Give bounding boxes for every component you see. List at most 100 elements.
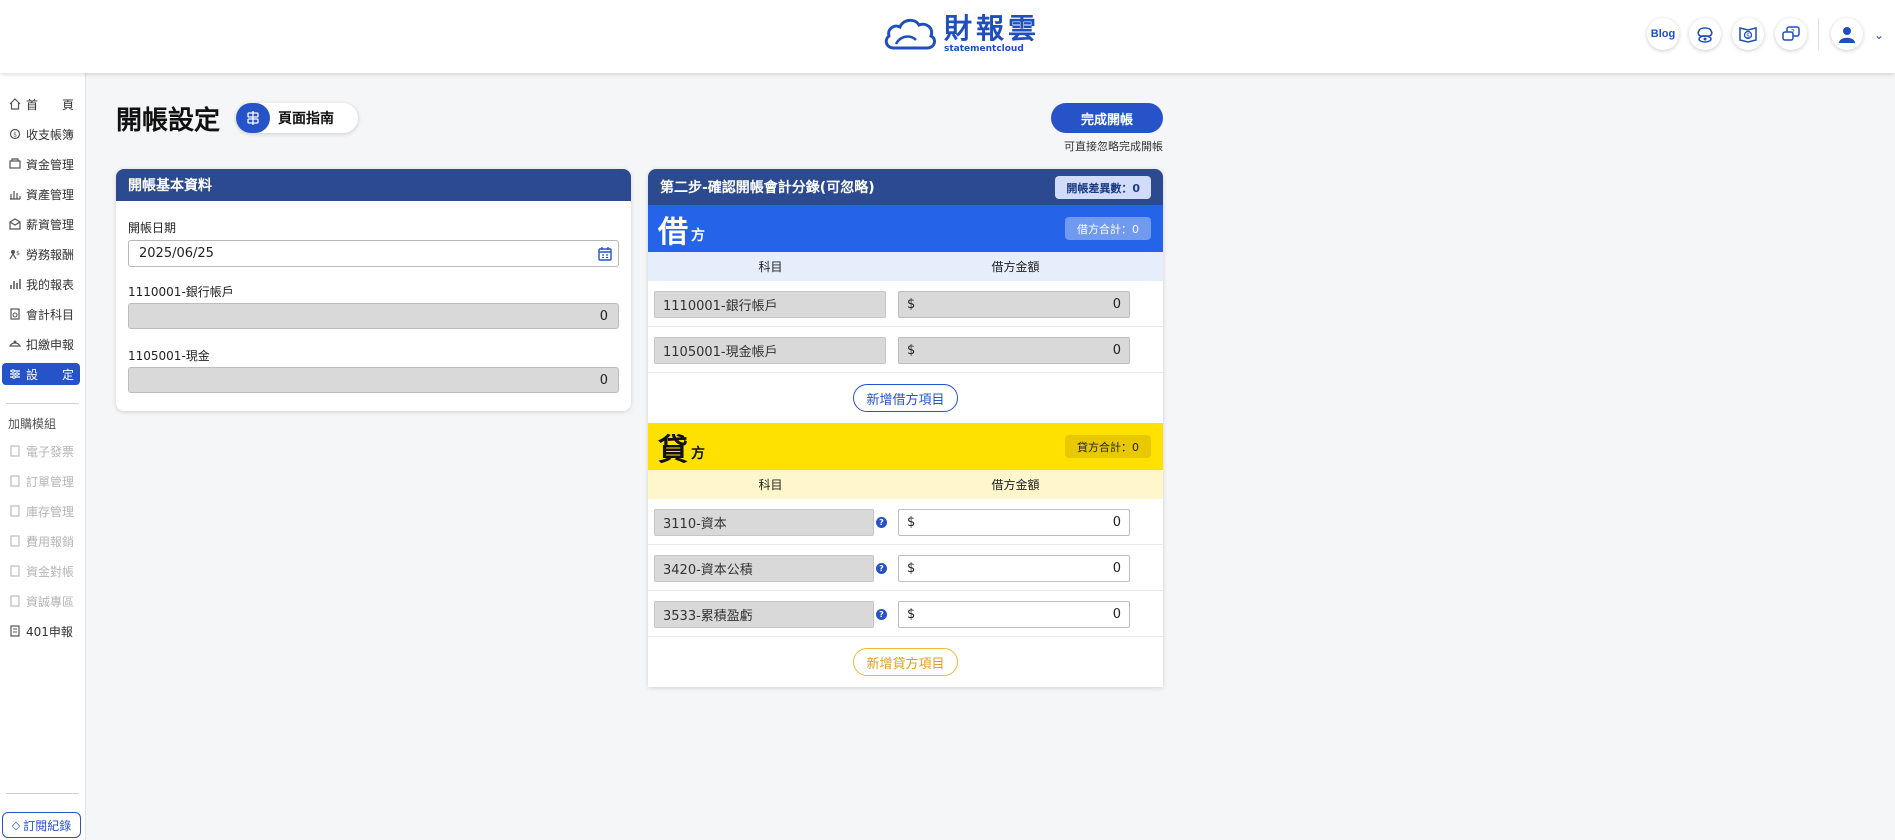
column-amount: 借方金額 [991, 260, 1040, 274]
help-icon[interactable]: ? [876, 517, 887, 528]
sidebar-item-settings[interactable]: 設定 [2, 363, 80, 385]
difference-badge: 開帳差異數：0 [1055, 176, 1151, 199]
sidebar-item-orders[interactable]: 訂單管理 [2, 470, 80, 492]
sidebar-item-funds[interactable]: 資金管理 [2, 153, 80, 175]
opening-basic-info-card: 開帳基本資料 開帳日期 2025/06/25 1110001-銀行帳戶 0 11… [116, 169, 631, 411]
svg-text:$: $ [1746, 33, 1750, 40]
user-avatar-icon [1839, 27, 1855, 43]
sidebar-item-salary[interactable]: 薪資管理 [2, 213, 80, 235]
amount-input[interactable]: $ 0 [898, 555, 1130, 582]
diamond-icon: ◇ [11, 818, 21, 832]
logo-subtitle: statementcloud [944, 44, 1024, 54]
opening-date-label: 開帳日期 [128, 221, 177, 235]
blog-button[interactable]: Blog [1647, 18, 1679, 50]
tax401-icon [8, 624, 22, 638]
debit-column-header: 科目 借方金額 [648, 252, 1163, 281]
subscription-label: 訂閱紀錄 [23, 818, 72, 833]
sidebar-item-label: 資金管理 [26, 157, 75, 172]
sidebar-item-labor[interactable]: $ 勞務報酬 [2, 243, 80, 265]
help-icon[interactable]: ? [876, 609, 887, 620]
opening-date-input[interactable]: 2025/06/25 [128, 240, 619, 267]
column-account: 科目 [758, 478, 783, 492]
sidebar-item-label: 電子發票 [26, 444, 75, 459]
svg-text:$: $ [16, 250, 20, 257]
debit-header: 借 方 借方合計：0 [648, 205, 1163, 252]
amount-field: $ 0 [898, 291, 1130, 318]
currency-symbol: $ [907, 343, 916, 358]
book-dollar-icon: $ [1739, 27, 1757, 43]
chat-help-button[interactable]: ? [1775, 18, 1807, 50]
sidebar-item-reconcile[interactable]: 資金對帳 [2, 560, 80, 582]
sidebar-item-assets[interactable]: 資產管理 [2, 183, 80, 205]
add-credit-button[interactable]: 新增貸方項目 [853, 648, 958, 676]
sidebar-item-label: 資金對帳 [26, 564, 75, 579]
reconcile-icon [8, 564, 22, 578]
addon-section-title: 加購模組 [8, 417, 57, 431]
sidebar-item-reports[interactable]: 我的報表 [2, 273, 80, 295]
calendar-icon[interactable] [597, 246, 613, 266]
sidebar-item-label: 費用報銷 [26, 534, 75, 549]
logo-title: 財報雲 [944, 12, 1041, 45]
debit-title: 借 [658, 214, 688, 250]
brain-eye-button[interactable] [1689, 18, 1721, 50]
settings-icon [8, 367, 22, 381]
amount-value: 0 [1112, 561, 1121, 576]
amount-value: 0 [1112, 607, 1121, 622]
sidebar-item-accounts[interactable]: 會計科目 [2, 303, 80, 325]
credit-total-badge: 貸方合計：0 [1065, 435, 1151, 458]
amount-input[interactable]: $ 0 [898, 509, 1130, 536]
sidebar-item-label: 資誠專區 [26, 594, 75, 609]
amount-input[interactable]: $ 0 [898, 601, 1130, 628]
pwc-icon [8, 594, 22, 608]
complete-opening-button[interactable]: 完成開帳 [1051, 103, 1163, 133]
account-field: 1110001-銀行帳戶 [654, 291, 886, 318]
sidebar: 首頁 $ 收支帳簿 資金管理 資產管理 薪資管理 $ 勞務報酬 我的報表 會計科… [0, 73, 86, 840]
help-icon[interactable]: ? [876, 563, 887, 574]
currency-symbol: $ [907, 561, 916, 576]
card-title: 第二步-確認開帳會計分錄(可忽略) [660, 180, 875, 196]
chevron-down-icon[interactable]: ⌄ [1874, 28, 1884, 42]
add-debit-button[interactable]: 新增借方項目 [853, 384, 958, 412]
book-dollar-button[interactable]: $ [1732, 18, 1764, 50]
svg-text:?: ? [1791, 28, 1795, 36]
credit-row: 3533-累積盈虧 ? $ 0 [648, 591, 1163, 637]
account-field: 3110-資本 [654, 509, 874, 536]
debit-total-badge: 借方合計：0 [1065, 217, 1151, 240]
credit-column-header: 科目 借方金額 [648, 470, 1163, 499]
opening-date-value: 2025/06/25 [139, 246, 214, 261]
sidebar-item-einvoice[interactable]: 電子發票 [2, 440, 80, 462]
debit-row: 1105001-現金帳戶 $ 0 [648, 327, 1163, 373]
page-guide-label: 頁面指南 [278, 111, 334, 127]
bank-account-label: 1110001-銀行帳戶 [128, 285, 234, 299]
sidebar-item-ledger[interactable]: $ 收支帳簿 [2, 123, 80, 145]
ledger-icon: $ [8, 127, 22, 141]
sidebar-item-label: 首頁 [26, 97, 74, 112]
amount-value: 0 [1112, 343, 1121, 358]
cash-field: 0 [128, 367, 619, 393]
withholding-icon [8, 337, 22, 351]
credit-title-suffix: 方 [691, 445, 705, 462]
sidebar-item-401[interactable]: 401申報 [2, 620, 80, 642]
inventory-icon [8, 504, 22, 518]
sidebar-item-inventory[interactable]: 庫存管理 [2, 500, 80, 522]
credit-header: 貸 方 貸方合計：0 [648, 423, 1163, 470]
amount-value: 0 [1112, 515, 1121, 530]
sidebar-item-withholding[interactable]: 扣繳申報 [2, 333, 80, 355]
currency-symbol: $ [907, 297, 916, 312]
cloud-logo-icon [884, 18, 936, 50]
sidebar-item-home[interactable]: 首頁 [2, 93, 80, 115]
user-menu-button[interactable] [1831, 18, 1863, 50]
home-icon [8, 97, 22, 111]
bank-account-field: 0 [128, 303, 619, 329]
page-guide-button[interactable]: 頁面指南 [236, 103, 358, 133]
subscription-record-button[interactable]: ◇ 訂閱紀錄 [2, 812, 81, 838]
sidebar-item-pwc[interactable]: 資誠專區 [2, 590, 80, 612]
amount-field: $ 0 [898, 337, 1130, 364]
expense-icon [8, 534, 22, 548]
sidebar-item-expenses[interactable]: 費用報銷 [2, 530, 80, 552]
svg-text:$: $ [13, 132, 17, 139]
logo[interactable]: 財報雲 statementcloud [882, 14, 1040, 54]
account-field: 1105001-現金帳戶 [654, 337, 886, 364]
amount-value: 0 [1112, 297, 1121, 312]
opening-entry-card: 第二步-確認開帳會計分錄(可忽略) 開帳差異數：0 借 方 借方合計：0 科目 … [648, 169, 1163, 687]
